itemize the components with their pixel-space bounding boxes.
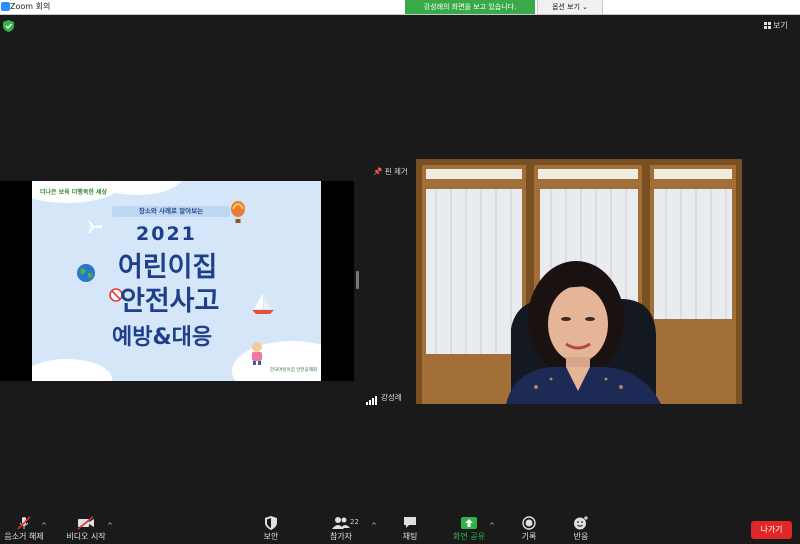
view-button-label: 보기 [773,21,788,30]
globe-icon [77,264,95,282]
reactions-label: 반응 [573,532,589,541]
zoom-app-icon [1,2,10,11]
reactions-button[interactable]: 반응 [566,512,596,542]
chat-button[interactable]: 채팅 [395,512,425,542]
window-title: Zoom 회의 [10,2,51,11]
pin-icon: 📌 [373,167,383,176]
microphone-muted-icon [17,516,31,530]
start-video-label: 비디오 시작 [66,532,106,541]
record-label: 기록 [521,532,537,541]
leave-meeting-button[interactable]: 나가기 [751,521,792,539]
video-options-caret-icon[interactable]: ^ [107,522,113,530]
speaker-video[interactable] [416,159,742,404]
security-shield-icon [265,516,277,530]
sharing-banner: 강성례의 화면을 보고 있습니다. [405,0,535,14]
share-screen-button[interactable]: 화면 공유 [448,512,490,542]
view-options-button[interactable]: 옵션 보기 ⌄ [537,0,603,14]
sailboat-icon [252,293,274,314]
start-video-button[interactable]: 비디오 시작 [62,512,110,542]
signal-strength-icon [366,392,378,405]
slide-subtitle: 장소와 사례로 알아보는 [112,206,230,217]
security-label: 보안 [263,532,279,541]
record-button[interactable]: 기록 [514,512,544,542]
chat-label: 채팅 [402,532,418,541]
slide-brand-text: 더나은 보육 더행복한 세상 [40,189,107,196]
chat-bubble-icon [404,517,416,528]
slide-year: 2021 [136,223,197,245]
participant-name: 강성례 [381,393,402,402]
participant-name-tag: 강성례 [362,391,406,405]
participants-options-caret-icon[interactable]: ^ [371,522,377,530]
share-options-caret-icon[interactable]: ^ [489,522,495,530]
security-button[interactable]: 보안 [256,512,286,542]
meeting-toolbar: 음소거 해제 ^ 비디오 시작 ^ 보안 참가자 22 ^ 채팅 화면 공유 ^… [0,512,800,544]
participant-count: 22 [350,518,359,526]
unmute-label: 음소거 해제 [4,532,44,541]
pane-splitter-handle[interactable] [356,271,359,289]
gallery-view-icon [764,22,771,29]
speaker-video-frame [416,159,742,404]
record-icon [522,516,536,530]
share-screen-label: 화면 공유 [453,532,485,541]
shared-screen[interactable]: 더나은 보육 더행복한 세상 장소와 사례로 알아보는 2021 어린이집 안전… [0,181,354,381]
unmute-button[interactable]: 음소거 해제 [2,512,46,542]
participants-button[interactable]: 참가자 [320,512,362,542]
view-button[interactable]: 보기 [764,20,788,32]
encryption-shield-icon[interactable] [3,20,14,32]
participants-icon [332,517,350,529]
audio-options-caret-icon[interactable]: ^ [41,522,47,530]
title-bar: Zoom 회의 [0,0,800,15]
share-screen-icon [461,517,477,529]
video-off-icon [77,516,94,530]
child-character-icon [252,342,262,365]
presentation-slide: 더나은 보육 더행복한 세상 장소와 사례로 알아보는 2021 어린이집 안전… [32,181,321,381]
participants-label: 참가자 [329,532,353,541]
airplane-icon [84,221,102,233]
slide-footer-logo: 한국어린이집 안전공제회 [270,368,317,373]
remove-pin-button[interactable]: 📌 핀 제거 [369,165,412,179]
slide-title-line-3: 예방&대응 [112,325,213,350]
hot-air-balloon-icon [231,201,245,223]
remove-pin-label: 핀 제거 [384,167,408,176]
cloud-shape [32,359,112,381]
reactions-smiley-icon [574,516,588,530]
slide-title-line-2: 안전사고 [120,286,220,317]
